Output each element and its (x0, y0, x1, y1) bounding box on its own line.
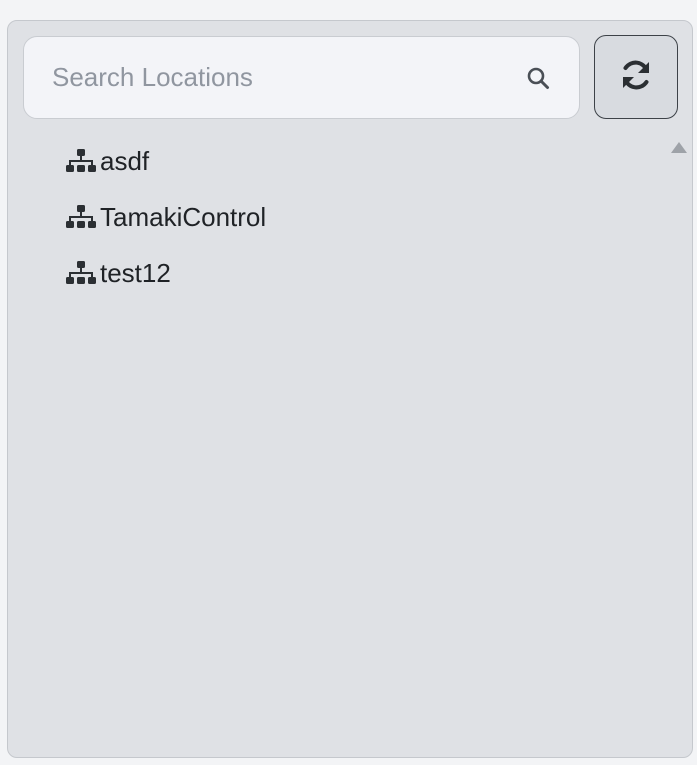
search-icon[interactable] (526, 66, 550, 90)
location-item-test12[interactable]: test12 (65, 245, 266, 301)
scroll-up-arrow-icon[interactable] (670, 141, 688, 155)
locations-panel: asdf TamakiControl (7, 20, 693, 758)
location-label: TamakiControl (100, 202, 267, 232)
search-box[interactable] (23, 36, 580, 119)
sitemap-icon (65, 204, 99, 230)
location-label: test12 (100, 258, 171, 288)
refresh-button[interactable] (594, 35, 678, 119)
location-item-tamakicontrol[interactable]: TamakiControl (65, 189, 266, 245)
location-item-asdf[interactable]: asdf (65, 133, 266, 189)
location-tree: asdf TamakiControl test12 (65, 133, 266, 301)
sitemap-icon (65, 260, 99, 286)
refresh-icon (618, 57, 654, 98)
search-input[interactable] (25, 38, 505, 117)
sitemap-icon (65, 148, 99, 174)
location-label: asdf (100, 146, 150, 176)
